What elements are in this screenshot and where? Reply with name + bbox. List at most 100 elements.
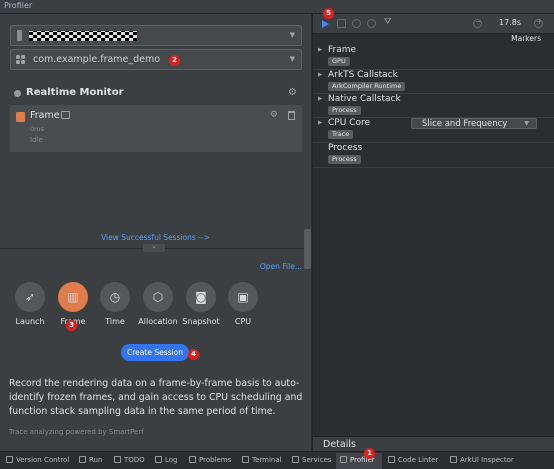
track-name: Process: [328, 143, 363, 153]
annotation-badge-2: 2: [169, 55, 180, 66]
chevron-down-icon: ▼: [289, 55, 295, 63]
side-collapse-handle[interactable]: [304, 229, 311, 269]
app-name: com.example.frame_demo: [33, 54, 161, 65]
details-label: Details: [323, 439, 356, 450]
elapsed-time: 17.8s: [499, 18, 521, 27]
track-chip: Process: [328, 155, 361, 164]
cube-icon: ⬡: [152, 290, 164, 304]
splitter-handle[interactable]: ⌄: [143, 242, 165, 252]
session-area: ▼ com.example.frame_demo ▼ 2 Realtime Mo…: [0, 14, 311, 248]
bottom-tab-code-linter[interactable]: Code Linter: [388, 456, 438, 464]
device-select[interactable]: ▼: [10, 25, 302, 46]
settings-icon[interactable]: ⚙: [288, 87, 297, 98]
apps-grid-icon: [16, 55, 26, 65]
tool-window-bar: Version Control Run TODO Log Problems Te…: [0, 448, 554, 469]
clock-icon: ◷: [109, 290, 121, 304]
realtime-monitor-title: Realtime Monitor: [26, 87, 124, 98]
chevron-down-icon: ▼: [289, 31, 295, 39]
terminal-icon: [242, 456, 249, 463]
camera-icon: ◙: [195, 290, 207, 304]
rocket-icon: ➶: [24, 290, 36, 304]
bottom-tab-version-control[interactable]: Version Control: [6, 456, 69, 464]
bottom-tab-run[interactable]: Run: [79, 456, 102, 464]
tool-label: CPU: [234, 317, 252, 326]
annotation-badge-1: 1: [364, 448, 375, 459]
play-icon[interactable]: [322, 20, 329, 28]
timeline-toolbar: ⛛ − 17.8s +: [313, 14, 554, 34]
expand-arrow-icon[interactable]: ▶: [318, 72, 322, 78]
cpu-mode-select[interactable]: Slice and Frequency ▼: [411, 118, 537, 129]
phone-icon: [17, 30, 22, 41]
expand-arrow-icon[interactable]: ▶: [318, 96, 322, 102]
stop-icon[interactable]: [337, 19, 346, 28]
profiler-left-panel: ▼ com.example.frame_demo ▼ 2 Realtime Mo…: [0, 14, 311, 451]
bottom-tab-terminal[interactable]: Terminal: [242, 456, 282, 464]
track-frame[interactable]: ▶ Frame GPU: [313, 45, 554, 70]
frame-icon: ▥: [67, 290, 79, 304]
frame-icon: [16, 112, 25, 122]
app-select[interactable]: com.example.frame_demo ▼: [10, 49, 302, 70]
open-file-link[interactable]: Open File...: [260, 262, 302, 271]
track-name: ArkTS Callstack: [328, 70, 398, 80]
device-name-redacted: [29, 31, 137, 41]
session-settings-icon[interactable]: ⚙: [270, 110, 278, 120]
view-successful-sessions-link[interactable]: View Successful Sessions -->: [0, 233, 311, 242]
search-icon[interactable]: [367, 19, 376, 28]
markers-label: Markers: [511, 34, 541, 43]
cpu-mode-value: Slice and Frequency: [422, 119, 508, 129]
session-description: Record the rendering data on a frame-by-…: [9, 378, 303, 417]
powered-by-text: Trace analyzing powered by SmartPerf: [9, 428, 144, 436]
track-chip: ArkCompiler Runtime: [328, 82, 406, 91]
session-duration: 0ms: [30, 125, 44, 133]
zoom-out-icon[interactable]: −: [473, 17, 482, 28]
annotation-badge-3: 3: [66, 320, 77, 331]
inspector-icon: [450, 456, 457, 463]
expand-arrow-icon[interactable]: ▶: [318, 47, 322, 53]
session-card-frame[interactable]: Frame 0ms Idle ⚙: [10, 105, 302, 152]
markers-row: Markers: [313, 34, 554, 45]
filter-icon[interactable]: ⛛: [384, 17, 392, 27]
track-name: Native Callstack: [328, 94, 401, 104]
track-cpu-core[interactable]: ▶ CPU Core Trace Slice and Frequency ▼: [313, 118, 554, 143]
profiler-timeline-panel: ⛛ − 17.8s + 5 Markers ▶ Frame GPU ▶ ArkT…: [312, 8, 554, 451]
track-name: CPU Core: [328, 118, 370, 128]
bottom-tab-arkui-inspector[interactable]: ArkUI Inspector: [450, 456, 514, 464]
track-chip: Process: [328, 106, 361, 115]
track-native-callstack[interactable]: ▶ Native Callstack Process: [313, 94, 554, 118]
track-list: ▶ Frame GPU ▶ ArkTS Callstack ArkCompile…: [313, 45, 554, 180]
details-panel-header[interactable]: Details: [313, 436, 554, 451]
code-linter-icon: [388, 456, 395, 463]
chevron-down-icon: ⌄: [151, 242, 157, 250]
version-control-icon: [6, 456, 13, 463]
delete-icon[interactable]: [288, 111, 295, 120]
track-name: Frame: [328, 45, 357, 55]
todo-icon: [114, 456, 121, 463]
annotation-badge-4: 4: [188, 349, 199, 360]
snapshot-icon[interactable]: [352, 19, 361, 28]
zoom-in-icon[interactable]: +: [534, 17, 543, 28]
tool-cpu[interactable]: ▣ CPU: [218, 282, 268, 326]
session-type-toolbar: ➶ Launch ▥ Frame ◷ Time ⬡ Allocation ◙ S…: [8, 282, 308, 342]
session-state: Idle: [30, 136, 43, 144]
chip-icon: ▣: [237, 290, 249, 304]
track-arkts-callstack[interactable]: ▶ ArkTS Callstack ArkCompiler Runtime: [313, 70, 554, 94]
bottom-tab-problems[interactable]: Problems: [189, 456, 231, 464]
run-icon: [79, 456, 86, 463]
profiler-icon: [340, 456, 347, 463]
bottom-tab-services[interactable]: Services: [292, 456, 332, 464]
session-tag-icon: [61, 111, 70, 119]
track-chip: Trace: [328, 130, 354, 139]
window-title: Profiler: [4, 1, 33, 10]
record-icon: [14, 90, 21, 97]
annotation-badge-5: 5: [323, 8, 334, 19]
chevron-down-icon: ▼: [524, 120, 529, 127]
session-title: Frame: [30, 110, 60, 121]
create-session-button[interactable]: Create Session: [121, 344, 189, 361]
tool-window-title: Profiler: [0, 0, 554, 14]
services-icon: [292, 456, 299, 463]
bottom-tab-todo[interactable]: TODO: [114, 456, 145, 464]
bottom-tab-log[interactable]: Log: [155, 456, 178, 464]
log-icon: [155, 456, 162, 463]
track-process[interactable]: Process Process: [313, 143, 554, 168]
expand-arrow-icon[interactable]: ▶: [318, 120, 322, 126]
